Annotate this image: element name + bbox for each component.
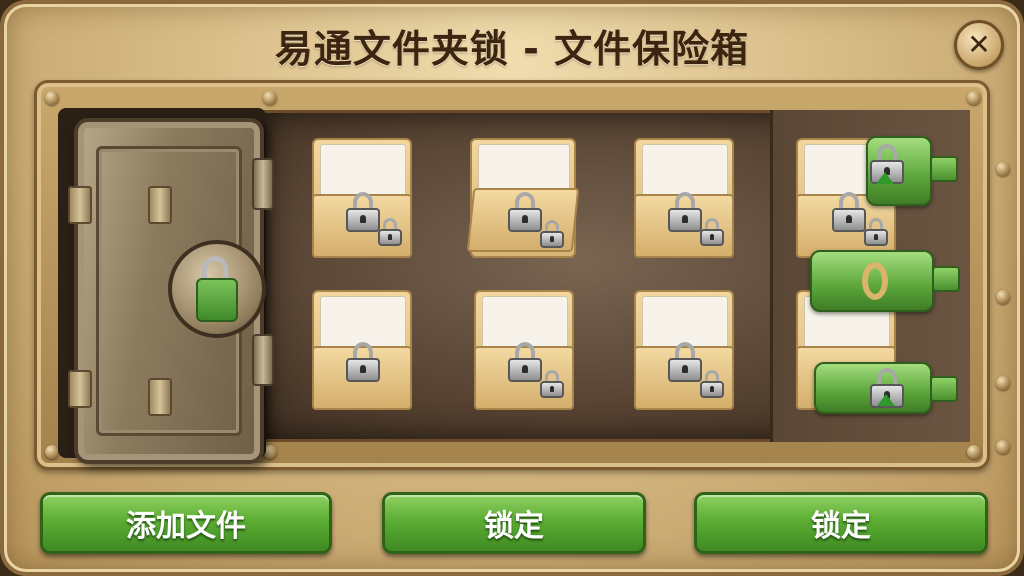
hinge-icon — [252, 334, 274, 386]
padlock-small-icon — [864, 218, 888, 246]
bolt-icon — [68, 370, 92, 408]
padlock-small-icon — [700, 370, 724, 398]
rivet-icon — [45, 445, 59, 459]
green-lock-tag-icon[interactable] — [814, 362, 932, 414]
window-title: 易通文件夹锁 - 文件保险箱 — [274, 27, 750, 71]
green-ring-tag-icon[interactable] — [810, 250, 934, 312]
green-padlock-icon — [196, 278, 238, 322]
padlock-small-icon — [540, 370, 564, 398]
rivet-icon — [45, 91, 59, 105]
bolt-icon — [148, 378, 172, 416]
locked-folder[interactable] — [312, 290, 412, 410]
bolt-icon — [148, 186, 172, 224]
green-lock-tag-icon[interactable] — [866, 136, 932, 206]
locked-folder[interactable] — [312, 138, 412, 258]
rivet-icon — [996, 290, 1010, 304]
bolt-icon — [68, 186, 92, 224]
padlock-icon — [832, 192, 866, 232]
rivet-icon — [967, 91, 981, 105]
hinge-icon — [252, 158, 274, 210]
add-files-button[interactable]: 添加文件 — [40, 492, 332, 554]
rivet-icon — [996, 440, 1010, 454]
padlock-icon — [508, 192, 542, 232]
padlock-small-icon — [700, 218, 724, 246]
padlock-icon — [508, 342, 542, 382]
ring-icon — [862, 262, 888, 300]
lock-button-secondary[interactable]: 锁定 — [694, 492, 988, 554]
padlock-icon — [346, 192, 380, 232]
close-icon: ✕ — [967, 28, 991, 61]
padlock-icon — [668, 192, 702, 232]
padlock-small-icon — [540, 220, 564, 248]
rivet-icon — [263, 91, 277, 105]
locked-folder[interactable] — [466, 138, 580, 258]
locked-folder[interactable] — [634, 290, 734, 410]
locked-folder[interactable] — [474, 290, 574, 410]
rivet-icon — [996, 376, 1010, 390]
close-button[interactable]: ✕ — [954, 20, 1004, 70]
lock-button[interactable]: 锁定 — [382, 492, 646, 554]
arrow-up-icon — [876, 172, 894, 184]
padlock-icon — [346, 342, 380, 382]
locked-folder[interactable] — [634, 138, 734, 258]
padlock-small-icon — [378, 218, 402, 246]
rivet-icon — [967, 445, 981, 459]
rivet-icon — [996, 162, 1010, 176]
arrow-up-icon — [877, 394, 895, 406]
padlock-icon — [668, 342, 702, 382]
